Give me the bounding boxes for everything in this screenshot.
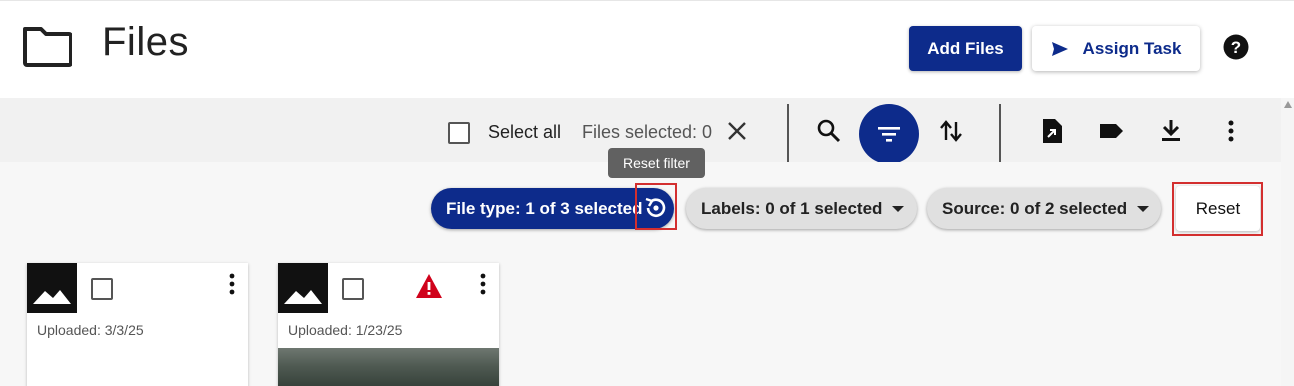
filter-button[interactable]	[859, 104, 919, 164]
add-files-button[interactable]: Add Files	[909, 26, 1022, 71]
scroll-up-arrow-icon[interactable]	[1284, 101, 1292, 108]
more-vert-icon[interactable]	[223, 271, 241, 297]
select-all-checkbox[interactable]	[448, 122, 470, 144]
filter-icon	[878, 127, 900, 142]
more-vert-icon[interactable]	[474, 271, 492, 297]
folder-icon	[23, 27, 72, 67]
source-filter-chip[interactable]: Source: 0 of 2 selected	[927, 188, 1161, 229]
files-page: Files Add Files Assign Task ? Select all…	[0, 0, 1294, 386]
file-preview-image	[278, 348, 499, 386]
help-icon[interactable]: ?	[1223, 34, 1249, 60]
toolbar-divider	[999, 104, 1001, 162]
labels-filter-label: Labels: 0 of 1 selected	[701, 198, 883, 218]
download-icon[interactable]	[1158, 118, 1184, 144]
file-export-icon[interactable]	[1039, 118, 1065, 144]
scrollbar[interactable]	[1281, 98, 1294, 386]
search-icon[interactable]	[816, 118, 842, 144]
svg-text:?: ?	[1231, 38, 1241, 57]
chevron-down-icon	[1137, 205, 1150, 212]
close-icon[interactable]	[726, 120, 748, 142]
file-card-checkbox[interactable]	[91, 278, 113, 300]
image-icon	[27, 263, 77, 313]
files-selected-count: Files selected: 0	[582, 122, 713, 142]
chevron-down-icon	[892, 205, 905, 212]
top-border	[0, 0, 1294, 1]
uploaded-date: Uploaded: 1/23/25	[288, 322, 403, 338]
file-card[interactable]: Uploaded: 3/3/25	[27, 263, 248, 386]
reset-filter-tooltip: Reset filter	[608, 148, 705, 178]
more-vert-icon[interactable]	[1218, 118, 1244, 144]
labels-filter-chip[interactable]: Labels: 0 of 1 selected	[686, 188, 917, 229]
image-icon	[278, 263, 328, 313]
file-card[interactable]: Uploaded: 1/23/25	[278, 263, 499, 386]
highlight-box-reset-filter	[635, 183, 677, 230]
send-icon	[1051, 41, 1068, 56]
toolbar-divider	[787, 104, 789, 162]
uploaded-date: Uploaded: 3/3/25	[37, 322, 144, 338]
source-filter-label: Source: 0 of 2 selected	[942, 198, 1128, 218]
assign-task-label: Assign Task	[1082, 38, 1182, 58]
highlight-box-reset	[1172, 182, 1263, 236]
assign-task-button[interactable]: Assign Task	[1032, 26, 1200, 71]
page-title: Files	[102, 20, 189, 64]
sort-icon[interactable]	[938, 118, 964, 144]
select-all-label[interactable]: Select all	[488, 122, 561, 143]
warning-icon	[416, 274, 442, 298]
file-card-checkbox[interactable]	[342, 278, 364, 300]
file-type-filter-label: File type: 1 of 3 selected	[446, 198, 643, 218]
label-icon[interactable]	[1098, 118, 1124, 144]
